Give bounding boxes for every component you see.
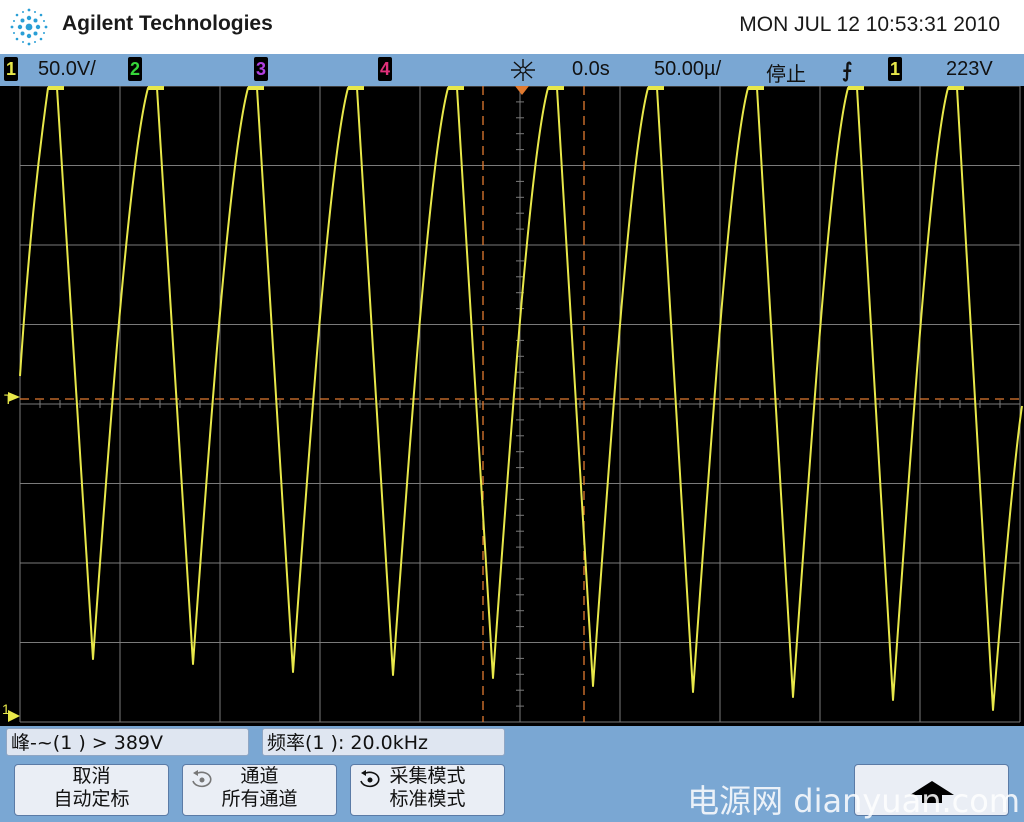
channel-1-scale[interactable]: 50.0V/ — [38, 58, 96, 81]
cancel-autoscale-button[interactable]: 取消 自动定标 — [14, 764, 169, 816]
ground-marker-label: 1 — [2, 701, 10, 717]
brand-name: Agilent Technologies — [62, 12, 273, 35]
frequency-measurement: 频率(1 ): 20.0kHz — [262, 728, 505, 756]
channel-2-badge[interactable]: 2 — [128, 57, 142, 81]
channels-button[interactable]: 通道 所有通道 — [182, 764, 337, 816]
waveform-graticule: T1 — [2, 85, 1023, 723]
time-offset[interactable]: 0.0s — [572, 58, 610, 81]
rotate-knob-icon — [192, 770, 212, 788]
channel-1-badge[interactable]: 1 — [4, 57, 18, 81]
trigger-source-badge[interactable]: 1 — [888, 57, 902, 81]
softkey-area: 峰-~(1 ) > 389V 频率(1 ): 20.0kHz 取消 自动定标 通… — [0, 726, 1024, 822]
softkey-line2: 标准模式 — [389, 788, 466, 810]
rotate-knob-icon — [360, 770, 380, 788]
run-state: 停止 — [766, 64, 806, 86]
ground-marker — [8, 710, 20, 722]
trigger-time-marker — [515, 86, 529, 95]
trigger-level[interactable]: 223V — [946, 58, 993, 81]
horizontal-delay-icon — [511, 59, 535, 81]
channel-3-badge[interactable]: 3 — [254, 57, 268, 81]
trigger-slope-icon: ⨍ — [842, 60, 853, 82]
softkey-line2: 自动定标 — [53, 788, 130, 810]
status-bar: 1 50.0V/ 2 3 4 0.0s 50.00µ/ 停止 ⨍ 1 223V — [0, 54, 1024, 86]
header-bar: Agilent Technologies MON JUL 12 10:53:31… — [0, 0, 1024, 54]
trigger-marker-label: T — [4, 391, 13, 407]
acquisition-mode-button[interactable]: 采集模式 标准模式 — [350, 764, 505, 816]
agilent-logo-icon — [10, 8, 48, 46]
peak-measurement: 峰-~(1 ) > 389V — [6, 728, 249, 756]
channel-4-badge[interactable]: 4 — [378, 57, 392, 81]
watermark: 电源网 dianyuan.com — [687, 782, 1020, 820]
date-time: MON JUL 12 10:53:31 2010 — [739, 13, 1000, 36]
softkey-line2: 所有通道 — [221, 788, 298, 810]
softkey-line1: 取消 — [72, 765, 111, 787]
time-scale[interactable]: 50.00µ/ — [654, 58, 721, 81]
waveform-display[interactable]: T1 — [0, 85, 1024, 726]
